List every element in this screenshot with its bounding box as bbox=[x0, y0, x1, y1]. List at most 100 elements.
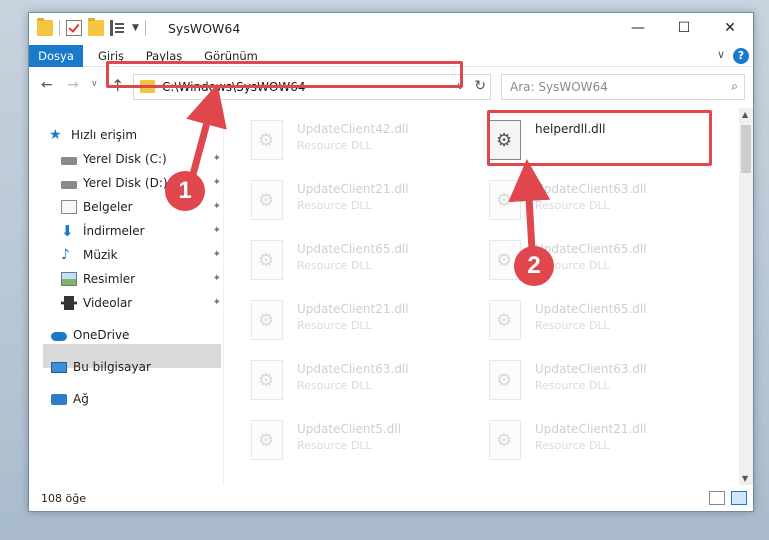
file-item[interactable]: UpdateClient63.dll Resource DLL bbox=[227, 354, 457, 406]
file-name: UpdateClient65.dll bbox=[535, 242, 647, 256]
properties-check-icon[interactable] bbox=[66, 20, 82, 36]
forward-arrow-icon[interactable]: → bbox=[67, 77, 79, 93]
sidebar-item-downloads[interactable]: ⬇ İndirmeler ✦ bbox=[61, 219, 221, 243]
sidebar-item-this-pc[interactable]: Bu bilgisayar bbox=[51, 355, 221, 379]
minimize-button[interactable]: — bbox=[615, 13, 661, 43]
file-name: UpdateClient63.dll bbox=[535, 362, 647, 376]
file-type: Resource DLL bbox=[297, 319, 372, 332]
step-1-badge: 1 bbox=[165, 171, 205, 211]
step-2-badge: 2 bbox=[514, 246, 554, 286]
file-name: UpdateClient21.dll bbox=[535, 422, 647, 436]
file-name: UpdateClient21.dll bbox=[297, 302, 409, 316]
sidebar-item-disk-c[interactable]: Yerel Disk (C:) ✦ bbox=[61, 147, 221, 171]
sidebar-item-music[interactable]: ♪ Müzik ✦ bbox=[61, 243, 221, 267]
title-bar: ▼ SysWOW64 — ☐ ✕ bbox=[29, 13, 753, 45]
file-type: Resource DLL bbox=[297, 139, 372, 152]
file-item[interactable]: UpdateClient63.dll Resource DLL bbox=[465, 354, 695, 406]
search-placeholder: Ara: SysWOW64 bbox=[510, 80, 608, 94]
sidebar-item-videos[interactable]: Videolar ✦ bbox=[61, 291, 221, 315]
network-icon bbox=[51, 393, 67, 405]
search-input[interactable]: Ara: SysWOW64 ⌕ bbox=[501, 74, 745, 100]
file-item[interactable]: UpdateClient65.dll Resource DLL bbox=[227, 234, 457, 286]
helperdll-highlight bbox=[487, 110, 712, 166]
pin-icon[interactable]: ✦ bbox=[213, 267, 221, 291]
sidebar-item-onedrive[interactable]: OneDrive bbox=[51, 323, 221, 347]
window-controls: — ☐ ✕ bbox=[615, 13, 753, 43]
dll-file-icon bbox=[251, 300, 283, 340]
file-item[interactable]: UpdateClient21.dll Resource DLL bbox=[465, 414, 695, 466]
file-item[interactable]: UpdateClient21.dll Resource DLL bbox=[227, 294, 457, 346]
pin-icon[interactable]: ✦ bbox=[213, 171, 221, 195]
scroll-up-icon[interactable]: ▲ bbox=[742, 110, 748, 119]
sidebar-item-quick-access[interactable]: ★ Hızlı erişim bbox=[49, 123, 221, 147]
video-icon bbox=[61, 296, 77, 310]
file-type: Resource DLL bbox=[297, 259, 372, 272]
file-item[interactable]: UpdateClient5.dll Resource DLL bbox=[227, 414, 457, 466]
pin-icon[interactable]: ✦ bbox=[213, 147, 221, 171]
file-item[interactable]: UpdateClient65.dll Resource DLL bbox=[465, 294, 695, 346]
sidebar-item-label: Hızlı erişim bbox=[71, 128, 138, 142]
large-icons-view-icon[interactable] bbox=[731, 491, 747, 505]
pin-icon[interactable]: ✦ bbox=[213, 219, 221, 243]
sidebar-item-network[interactable]: Ağ bbox=[51, 387, 221, 411]
scroll-down-icon[interactable]: ▼ bbox=[742, 474, 748, 483]
properties-icon[interactable] bbox=[110, 20, 126, 36]
item-count: 108 öğe bbox=[41, 492, 86, 505]
vertical-scrollbar[interactable]: ▲ ▼ bbox=[739, 108, 753, 485]
expand-ribbon-icon[interactable]: ∨ bbox=[717, 48, 725, 61]
details-view-icon[interactable] bbox=[709, 491, 725, 505]
file-name: UpdateClient42.dll bbox=[297, 122, 409, 136]
file-item[interactable]: UpdateClient63.dll Resource DLL bbox=[465, 174, 695, 226]
sidebar-item-pictures[interactable]: Resimler ✦ bbox=[61, 267, 221, 291]
pin-icon[interactable]: ✦ bbox=[213, 195, 221, 219]
close-button[interactable]: ✕ bbox=[707, 13, 753, 43]
sidebar-item-label: Yerel Disk (D:) bbox=[83, 176, 168, 190]
sidebar-item-label: Videolar bbox=[83, 296, 133, 310]
file-type: Resource DLL bbox=[535, 319, 610, 332]
file-item[interactable]: UpdateClient42.dll Resource DLL bbox=[227, 114, 457, 166]
back-arrow-icon[interactable]: ← bbox=[41, 77, 53, 93]
star-icon: ★ bbox=[49, 127, 62, 143]
navigation-pane: ★ Hızlı erişim Yerel Disk (C:) ✦ Yerel D… bbox=[29, 108, 223, 485]
help-icon[interactable]: ? bbox=[733, 48, 749, 64]
sidebar-item-label: OneDrive bbox=[73, 328, 130, 342]
file-name: UpdateClient63.dll bbox=[297, 362, 409, 376]
dll-file-icon bbox=[251, 240, 283, 280]
tab-file[interactable]: Dosya bbox=[29, 45, 83, 67]
quick-access-toolbar: ▼ bbox=[37, 18, 146, 36]
file-item[interactable]: UpdateClient65.dll Resource DLL bbox=[465, 234, 695, 286]
sidebar-item-label: Yerel Disk (C:) bbox=[83, 152, 167, 166]
sidebar-item-label: İndirmeler bbox=[83, 224, 145, 238]
pin-icon[interactable]: ✦ bbox=[213, 291, 221, 315]
dll-file-icon bbox=[251, 120, 283, 160]
file-name: UpdateClient65.dll bbox=[535, 302, 647, 316]
scrollbar-thumb[interactable] bbox=[741, 125, 751, 173]
toolbar-divider bbox=[59, 20, 60, 36]
drive-icon bbox=[61, 180, 77, 189]
file-type: Resource DLL bbox=[297, 199, 372, 212]
pane-divider bbox=[223, 108, 224, 485]
pin-icon[interactable]: ✦ bbox=[213, 243, 221, 267]
file-name: UpdateClient5.dll bbox=[297, 422, 401, 436]
file-type: Resource DLL bbox=[535, 439, 610, 452]
status-bar: 108 öğe bbox=[29, 487, 753, 511]
toolbar-divider bbox=[144, 20, 146, 36]
file-item[interactable]: UpdateClient21.dll Resource DLL bbox=[227, 174, 457, 226]
address-bar-highlight bbox=[106, 61, 463, 88]
file-type: Resource DLL bbox=[535, 379, 610, 392]
dll-file-icon bbox=[489, 360, 521, 400]
new-folder-icon[interactable] bbox=[88, 18, 104, 36]
file-type: Resource DLL bbox=[297, 379, 372, 392]
file-name: UpdateClient65.dll bbox=[297, 242, 409, 256]
dll-file-icon bbox=[489, 420, 521, 460]
file-name: UpdateClient21.dll bbox=[297, 182, 409, 196]
dll-file-icon bbox=[251, 360, 283, 400]
computer-icon bbox=[51, 361, 67, 373]
maximize-button[interactable]: ☐ bbox=[661, 13, 707, 43]
search-icon[interactable]: ⌕ bbox=[731, 79, 738, 94]
dll-file-icon bbox=[251, 180, 283, 220]
sidebar-item-label: Müzik bbox=[83, 248, 118, 262]
customize-toolbar-chevron-icon[interactable]: ▼ bbox=[132, 23, 139, 33]
recent-locations-chevron-icon[interactable]: ∨ bbox=[91, 79, 98, 89]
refresh-icon[interactable]: ↻ bbox=[474, 78, 486, 94]
